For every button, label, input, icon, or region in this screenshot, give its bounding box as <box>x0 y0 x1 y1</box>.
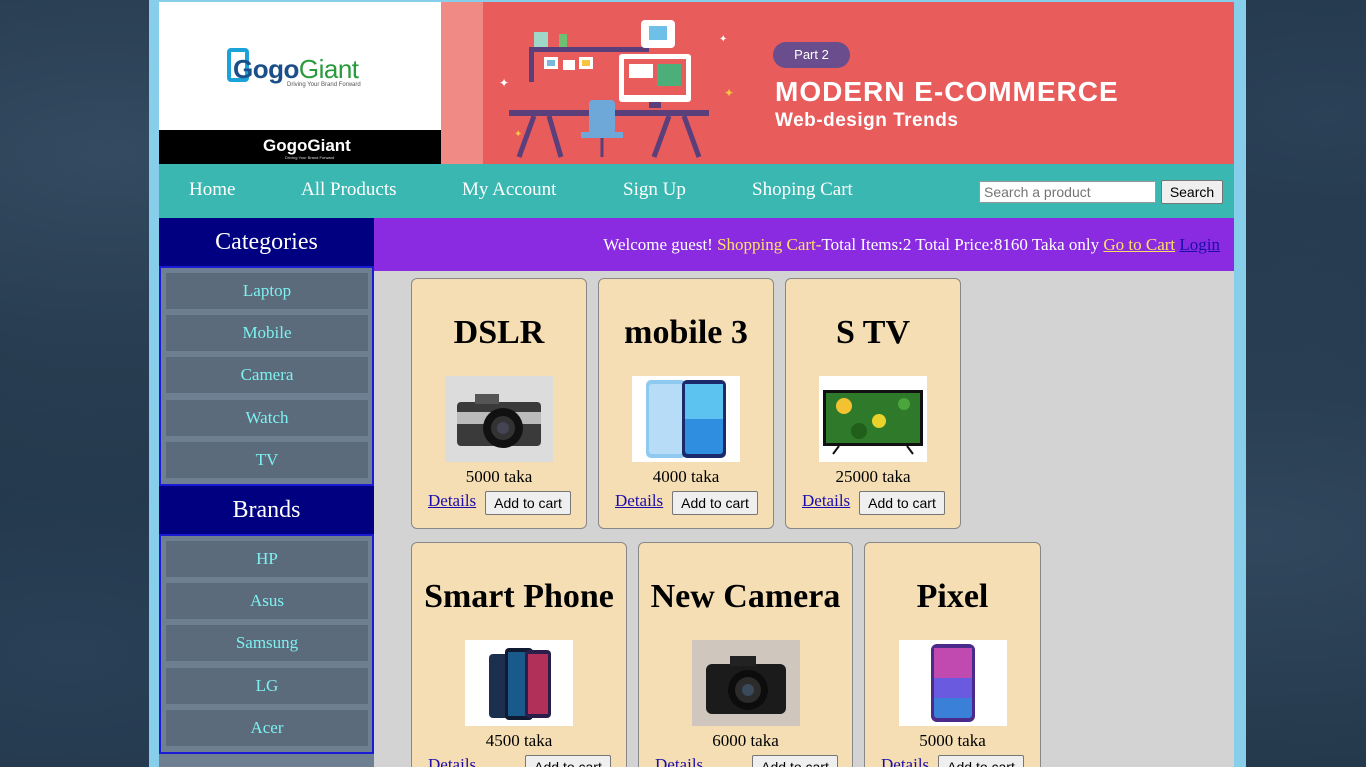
page-wrapper: GogoGiant Driving Your Brand Forward Gog… <box>149 0 1246 767</box>
product-price: 4000 taka <box>652 467 720 486</box>
logo-small-tagline: Driving Your Brand Forward <box>285 155 335 160</box>
brand-samsung[interactable]: Samsung <box>166 625 368 661</box>
logo-panel[interactable]: GogoGiant Driving Your Brand Forward Gog… <box>159 2 441 164</box>
svg-text:✦: ✦ <box>724 86 734 100</box>
login-link[interactable]: Login <box>1179 235 1220 254</box>
camera-dslr-icon[interactable] <box>445 376 553 462</box>
banner-title: MODERN E-COMMERCE <box>775 76 1119 107</box>
sidebar: Categories Laptop Mobile Camera Watch TV… <box>159 218 374 767</box>
category-mobile[interactable]: Mobile <box>166 315 368 351</box>
brand-asus[interactable]: Asus <box>166 583 368 619</box>
brand-lg[interactable]: LG <box>166 668 368 704</box>
header-banner: GogoGiant Driving Your Brand Forward Gog… <box>159 2 1234 164</box>
nav-all-products[interactable]: All Products <box>301 179 397 201</box>
product-card-pixel: Pixel 5000 taka Details Add to cart <box>864 542 1041 767</box>
cart-summary: Total Items:2 Total Price:8160 Taka only <box>821 235 1100 254</box>
camera-icon[interactable] <box>692 640 800 726</box>
category-laptop[interactable]: Laptop <box>166 273 368 309</box>
gogogiant-small-logo: GogoGiant Driving Your Brand Forward <box>259 134 359 160</box>
add-to-cart-button[interactable]: Add to cart <box>859 491 945 515</box>
details-link[interactable]: Details <box>881 755 929 767</box>
add-to-cart-button[interactable]: Add to cart <box>938 755 1024 767</box>
product-card-dslr: DSLR 5000 taka Details Add to cart <box>411 278 587 529</box>
product-card-smart-phone: Smart Phone 4500 taka Details Add to car… <box>411 542 627 767</box>
category-camera[interactable]: Camera <box>166 357 368 393</box>
logo-text: GogoGiant <box>233 54 359 85</box>
add-to-cart-button[interactable]: Add to cart <box>525 755 611 767</box>
details-link[interactable]: Details <box>428 491 476 511</box>
logo-strip: GogoGiant Driving Your Brand Forward <box>159 130 441 164</box>
product-card-s-tv: S TV 25000 taka Details Add to cart <box>785 278 961 529</box>
product-price: 5000 taka <box>465 467 533 486</box>
go-to-cart-link[interactable]: Go to Cart <box>1103 235 1175 254</box>
product-title: S TV <box>835 314 911 351</box>
product-card-mobile-3: mobile 3 4000 taka Details Add to cart <box>598 278 774 529</box>
brands-title: Brands <box>159 486 374 534</box>
logo-text-2: Giant <box>298 54 359 84</box>
product-card-new-camera: New Camera 6000 taka Details Add to cart <box>638 542 853 767</box>
brand-hp[interactable]: HP <box>166 541 368 577</box>
desk-illustration-icon: ✦ ✦ ✦ ✦ <box>499 20 734 158</box>
svg-text:✦: ✦ <box>499 76 509 90</box>
smartphones-icon[interactable] <box>465 640 573 726</box>
banner-subtitle: Web-design Trends <box>775 110 959 131</box>
gogogiant-logo[interactable]: GogoGiant Driving Your Brand Forward <box>227 48 387 92</box>
details-link[interactable]: Details <box>615 491 663 511</box>
search-button[interactable]: Search <box>1161 180 1223 204</box>
nav-my-account[interactable]: My Account <box>462 179 556 201</box>
product-title: mobile 3 <box>624 314 748 351</box>
product-title: New Camera <box>650 578 841 615</box>
logo-tagline: Driving Your Brand Forward <box>287 82 361 88</box>
brands-list: HP Asus Samsung LG Acer <box>159 534 374 754</box>
svg-text:✦: ✦ <box>719 34 727 45</box>
details-link[interactable]: Details <box>802 491 850 511</box>
svg-text:✦: ✦ <box>514 129 522 140</box>
welcome-greeting: Welcome guest! <box>603 235 713 254</box>
nav-home[interactable]: Home <box>189 179 235 201</box>
categories-list: Laptop Mobile Camera Watch TV <box>159 266 374 486</box>
search-input[interactable] <box>979 181 1156 203</box>
nav-sign-up[interactable]: Sign Up <box>623 179 686 201</box>
welcome-bar: Welcome guest! Shopping Cart-Total Items… <box>374 218 1234 271</box>
product-price: 5000 taka <box>919 731 986 750</box>
logo-small-text: GogoGiant <box>263 136 351 155</box>
main-navbar: Home All Products My Account Sign Up Sho… <box>159 164 1234 218</box>
details-link[interactable]: Details <box>428 755 476 767</box>
add-to-cart-button[interactable]: Add to cart <box>485 491 571 515</box>
add-to-cart-button[interactable]: Add to cart <box>672 491 758 515</box>
smartphone-icon[interactable] <box>632 376 740 462</box>
product-price: 4500 taka <box>485 731 553 750</box>
product-title: DSLR <box>453 314 545 351</box>
main-content: Welcome guest! Shopping Cart-Total Items… <box>374 218 1234 767</box>
product-title: Smart Phone <box>424 578 614 615</box>
banner-edge <box>441 2 483 164</box>
category-watch[interactable]: Watch <box>166 400 368 436</box>
nav-shopping-cart[interactable]: Shoping Cart <box>752 179 853 201</box>
television-icon[interactable] <box>819 376 927 462</box>
welcome-line: Welcome guest! Shopping Cart-Total Items… <box>603 235 1220 255</box>
details-link[interactable]: Details <box>655 755 703 767</box>
add-to-cart-button[interactable]: Add to cart <box>752 755 838 767</box>
product-price: 6000 taka <box>712 731 779 750</box>
banner-part-badge: Part 2 <box>773 42 850 68</box>
product-price: 25000 taka <box>835 467 911 486</box>
logo-text-1: Gogo <box>233 54 299 84</box>
categories-title: Categories <box>159 218 374 266</box>
cart-label: Shopping Cart- <box>717 235 822 254</box>
category-tv[interactable]: TV <box>166 442 368 478</box>
smartphone-icon[interactable] <box>899 640 1007 726</box>
product-title: Pixel <box>916 578 989 615</box>
brand-acer[interactable]: Acer <box>166 710 368 746</box>
